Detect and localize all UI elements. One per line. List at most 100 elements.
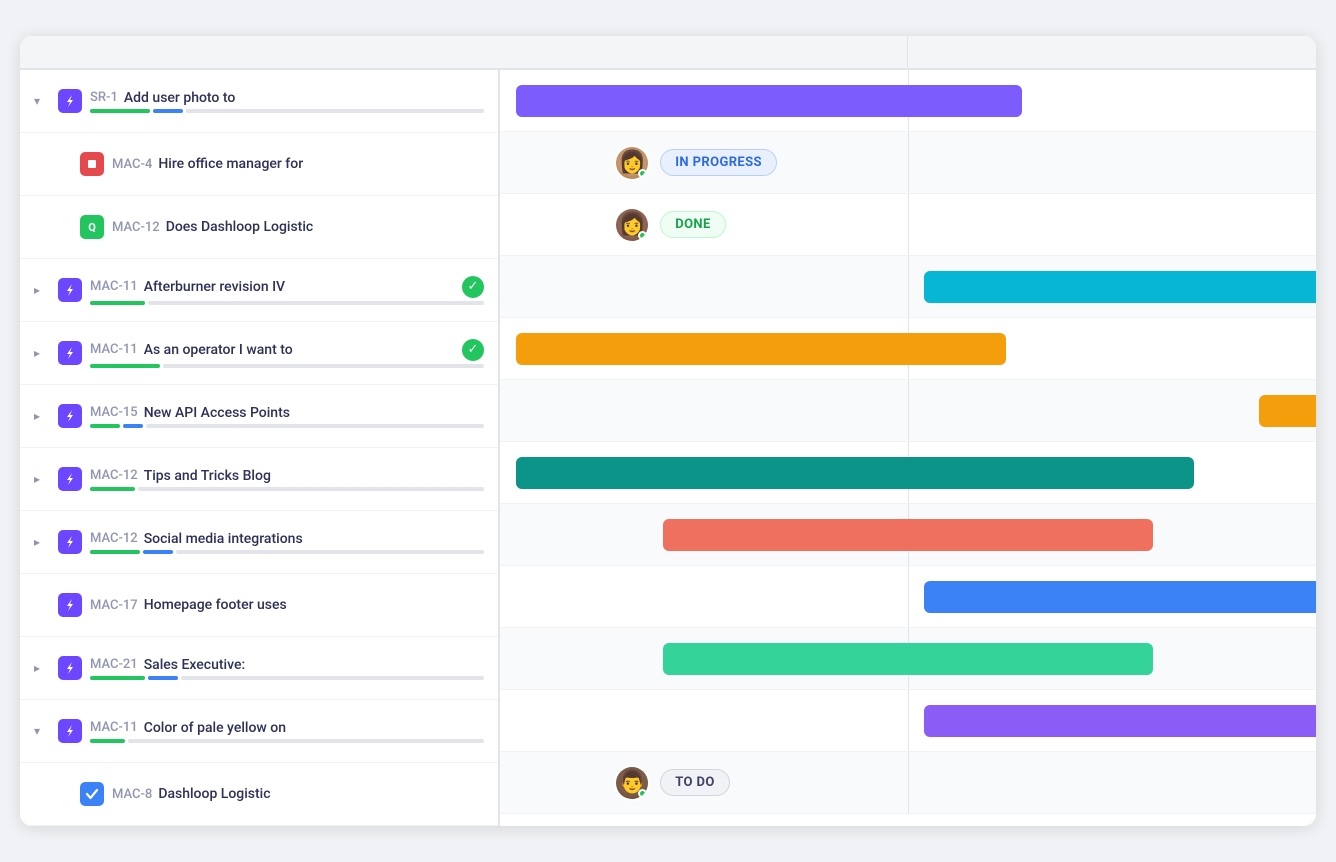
epic-id: MAC-21 [90,657,138,672]
epic-id: MAC-15 [90,405,138,420]
epic-id: MAC-17 [90,598,138,613]
epic-text-wrap: MAC-15 New API Access Points [90,405,484,428]
lightning-icon [58,341,82,365]
lightning-icon [58,89,82,113]
status-badge: IN PROGRESS [660,149,777,176]
epic-row-inner: ▸ MAC-15 New API Access Points [20,385,498,447]
epic-row-inner: Q MAC-12 Does Dashloop Logistic [20,196,498,258]
online-dot [638,789,647,798]
epic-row-inner: MAC-4 Hire office manager for [20,133,498,195]
progress-blue [148,676,178,680]
timeline-row [500,380,1316,442]
chevron-icon[interactable]: ▸ [34,409,50,423]
progress-green [90,487,135,491]
epic-row: MAC-8 Dashloop Logistic [20,763,498,826]
avatar-status: TO DO [614,765,729,801]
lightning-icon [58,656,82,680]
epic-title: As an operator I want to [144,342,456,358]
epic-row-inner: ▸ MAC-11 As an operator I want to ✓ [20,322,498,384]
done-badge: ✓ [462,276,484,298]
epic-header [20,36,500,70]
gantt-bar[interactable] [924,581,1316,613]
chevron-icon[interactable]: ▾ [34,724,50,738]
progress-gray [181,676,484,680]
gantt-bar[interactable] [516,85,1022,117]
progress-green [90,676,145,680]
progress-bars [90,676,484,680]
timeline-row [500,628,1316,690]
gantt-bar[interactable] [516,457,1193,489]
progress-bars [90,550,484,554]
epic-text-wrap: MAC-8 Dashloop Logistic [112,786,484,802]
epic-id: MAC-8 [112,787,152,802]
progress-bars [90,739,484,743]
epic-id: MAC-12 [90,531,138,546]
gantt-bar[interactable] [663,643,1153,675]
epic-id: SR-1 [90,90,118,105]
epic-id: MAC-12 [112,220,160,235]
blue-check-icon [80,782,104,806]
timeline-row [500,442,1316,504]
progress-gray [146,424,484,428]
epic-row-inner: ▸ MAC-12 Social media integrations [20,511,498,573]
gantt-bar[interactable] [663,519,1153,551]
epic-text-wrap: MAC-11 Afterburner revision IV ✓ [90,276,484,305]
epic-text-wrap: MAC-12 Tips and Tricks Blog [90,468,484,491]
epic-row: ▾ MAC-11 Color of pale yellow on [20,700,498,763]
lightning-icon [58,278,82,302]
epic-id: MAC-12 [90,468,138,483]
month-divider [908,132,909,193]
epic-title: Tips and Tricks Blog [144,468,484,484]
chevron-icon[interactable]: ▸ [34,661,50,675]
progress-green [90,109,150,113]
online-dot [638,231,647,240]
done-badge: ✓ [462,339,484,361]
epic-title: Afterburner revision IV [144,279,456,295]
gantt-bar[interactable] [924,705,1316,737]
epic-row: ▾ SR-1 Add user photo to [20,70,498,133]
lightning-icon [58,467,82,491]
month-divider [908,194,909,255]
avatar [614,145,650,181]
epic-text-wrap: MAC-11 Color of pale yellow on [90,720,484,743]
epic-row: ▸ MAC-11 Afterburner revision IV ✓ [20,259,498,322]
epic-text-wrap: MAC-4 Hire office manager for [112,156,484,172]
status-badge: DONE [660,211,725,238]
epic-text-wrap: MAC-12 Social media integrations [90,531,484,554]
progress-blue [123,424,143,428]
progress-gray [128,739,484,743]
epic-id: MAC-4 [112,157,152,172]
green-square-icon: Q [80,215,104,239]
epic-list: ▾ SR-1 Add user photo to MAC-4 Hire offi… [20,70,500,826]
chevron-icon[interactable]: ▸ [34,472,50,486]
timeline-row [500,256,1316,318]
jun-header [908,36,1316,68]
month-divider [908,380,909,441]
progress-green [90,301,145,305]
chevron-icon[interactable]: ▸ [34,535,50,549]
progress-bars [90,364,484,368]
progress-gray [176,550,484,554]
gantt-bar[interactable] [1259,395,1316,427]
timeline-row: IN PROGRESS [500,132,1316,194]
online-dot [638,169,647,178]
lightning-icon [58,530,82,554]
chevron-icon[interactable]: ▾ [34,94,50,108]
progress-gray [148,301,484,305]
epic-row: ▸ MAC-12 Social media integrations [20,511,498,574]
chevron-icon[interactable]: ▸ [34,346,50,360]
lightning-icon [58,719,82,743]
epic-title: Sales Executive: [144,657,484,673]
epic-id: MAC-11 [90,279,138,294]
status-badge: TO DO [660,769,729,796]
epic-row: MAC-17 Homepage footer uses [20,574,498,637]
progress-green [90,424,120,428]
red-square-icon [80,152,104,176]
chevron-icon[interactable]: ▸ [34,283,50,297]
month-divider [908,752,909,813]
gantt-bar[interactable] [516,333,1006,365]
progress-green [90,364,160,368]
gantt-bar[interactable] [924,271,1316,303]
epic-row: ▸ MAC-15 New API Access Points [20,385,498,448]
epic-title: Homepage footer uses [144,597,484,613]
